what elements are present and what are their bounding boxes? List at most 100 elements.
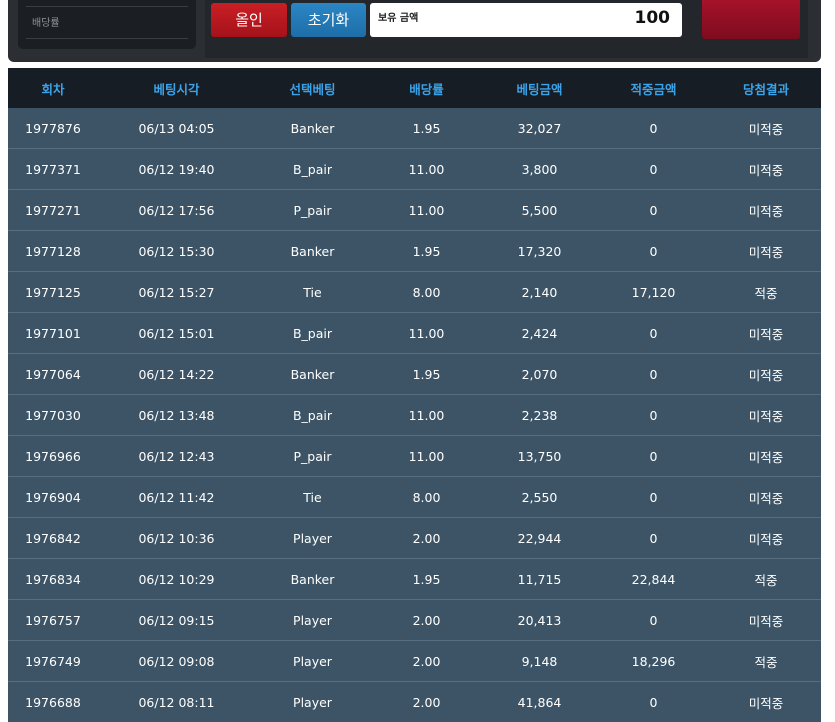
table-row: 197690406/12 11:42Tie8.002,5500미적중 [8, 477, 821, 518]
cell-odds: 8.00 [370, 477, 483, 518]
cell-odds: 11.00 [370, 149, 483, 190]
cell-round: 1977371 [8, 149, 98, 190]
header-bet-amount: 베팅금액 [483, 68, 596, 108]
cell-bet-amount: 32,027 [483, 108, 596, 149]
header-selection: 선택베팅 [255, 68, 370, 108]
allin-button[interactable]: 올인 [211, 3, 287, 37]
cell-round: 1977271 [8, 190, 98, 231]
cell-odds: 11.00 [370, 190, 483, 231]
table-row: 197675706/12 09:15Player2.0020,4130미적중 [8, 600, 821, 641]
table-row: 197703006/12 13:48B_pair11.002,2380미적중 [8, 395, 821, 436]
cell-bet-time: 06/12 10:29 [98, 559, 255, 600]
cell-win-amount: 0 [596, 149, 711, 190]
cell-win-amount: 22,844 [596, 559, 711, 600]
cell-selection: Banker [255, 231, 370, 272]
table-row: 197787606/13 04:05Banker1.9532,0270미적중 [8, 108, 821, 149]
cell-bet-amount: 20,413 [483, 600, 596, 641]
cell-result: 적중 [711, 559, 821, 600]
cell-selection: B_pair [255, 149, 370, 190]
cell-round: 1977876 [8, 108, 98, 149]
cell-selection: P_pair [255, 436, 370, 477]
cell-win-amount: 0 [596, 518, 711, 559]
cell-odds: 2.00 [370, 518, 483, 559]
cell-bet-amount: 11,715 [483, 559, 596, 600]
cell-win-amount: 0 [596, 682, 711, 722]
cell-odds: 11.00 [370, 313, 483, 354]
odds-divider-bottom [26, 38, 188, 39]
cell-selection: Tie [255, 477, 370, 518]
table-row: 197712806/12 15:30Banker1.9517,3200미적중 [8, 231, 821, 272]
cell-bet-time: 06/12 14:22 [98, 354, 255, 395]
cell-result: 미적중 [711, 395, 821, 436]
cell-selection: B_pair [255, 313, 370, 354]
cell-selection: Banker [255, 559, 370, 600]
cell-result: 미적중 [711, 354, 821, 395]
table-row: 197668806/12 08:11Player2.0041,8640미적중 [8, 682, 821, 722]
odds-divider-top [26, 6, 188, 7]
odds-label: 배당률 [32, 14, 60, 29]
bet-confirm-button[interactable] [702, 0, 800, 39]
cell-selection: Banker [255, 108, 370, 149]
cell-bet-time: 06/12 09:08 [98, 641, 255, 682]
table-row: 197737106/12 19:40B_pair11.003,8000미적중 [8, 149, 821, 190]
cell-win-amount: 0 [596, 436, 711, 477]
cell-bet-amount: 2,070 [483, 354, 596, 395]
cell-win-amount: 17,120 [596, 272, 711, 313]
cell-result: 적중 [711, 641, 821, 682]
cell-round: 1977125 [8, 272, 98, 313]
cell-bet-time: 06/12 15:30 [98, 231, 255, 272]
cell-bet-time: 06/12 12:43 [98, 436, 255, 477]
table-body: 197787606/13 04:05Banker1.9532,0270미적중19… [8, 108, 821, 722]
cell-result: 미적중 [711, 231, 821, 272]
odds-panel: 배당률 [18, 0, 196, 49]
table-row: 197710106/12 15:01B_pair11.002,4240미적중 [8, 313, 821, 354]
header-result: 당첨결과 [711, 68, 821, 108]
cell-odds: 2.00 [370, 600, 483, 641]
cell-bet-amount: 2,550 [483, 477, 596, 518]
cell-bet-amount: 17,320 [483, 231, 596, 272]
cell-odds: 11.00 [370, 436, 483, 477]
cell-result: 미적중 [711, 682, 821, 722]
cell-win-amount: 0 [596, 190, 711, 231]
cell-odds: 1.95 [370, 108, 483, 149]
table-row: 197684206/12 10:36Player2.0022,9440미적중 [8, 518, 821, 559]
bet-history-table: 회차 베팅시각 선택베팅 배당률 베팅금액 적중금액 당첨결과 19778760… [8, 68, 821, 722]
cell-bet-time: 06/12 11:42 [98, 477, 255, 518]
cell-odds: 2.00 [370, 641, 483, 682]
cell-result: 미적중 [711, 477, 821, 518]
cell-win-amount: 0 [596, 600, 711, 641]
cell-result: 적중 [711, 272, 821, 313]
table-row: 197706406/12 14:22Banker1.952,0700미적중 [8, 354, 821, 395]
cell-bet-time: 06/12 13:48 [98, 395, 255, 436]
cell-selection: P_pair [255, 190, 370, 231]
cell-result: 미적중 [711, 149, 821, 190]
cell-round: 1977128 [8, 231, 98, 272]
cell-odds: 2.00 [370, 682, 483, 722]
cell-odds: 1.95 [370, 559, 483, 600]
cell-win-amount: 0 [596, 313, 711, 354]
cell-round: 1977030 [8, 395, 98, 436]
cell-win-amount: 18,296 [596, 641, 711, 682]
cell-round: 1977064 [8, 354, 98, 395]
cell-win-amount: 0 [596, 395, 711, 436]
cell-result: 미적중 [711, 518, 821, 559]
header-win-amount: 적중금액 [596, 68, 711, 108]
balance-label: 보유 금액 [378, 9, 418, 24]
cell-bet-amount: 2,140 [483, 272, 596, 313]
cell-bet-amount: 5,500 [483, 190, 596, 231]
cell-result: 미적중 [711, 436, 821, 477]
cell-odds: 1.95 [370, 354, 483, 395]
cell-bet-time: 06/12 15:27 [98, 272, 255, 313]
header-round: 회차 [8, 68, 98, 108]
cell-result: 미적중 [711, 313, 821, 354]
cell-selection: Player [255, 600, 370, 641]
balance-display: 보유 금액 100 [370, 3, 682, 37]
cell-bet-time: 06/12 19:40 [98, 149, 255, 190]
cell-round: 1976966 [8, 436, 98, 477]
cell-odds: 8.00 [370, 272, 483, 313]
table-header-row: 회차 베팅시각 선택베팅 배당률 베팅금액 적중금액 당첨결과 [8, 68, 821, 108]
reset-button[interactable]: 초기화 [291, 3, 366, 37]
cell-round: 1976904 [8, 477, 98, 518]
table-row: 197727106/12 17:56P_pair11.005,5000미적중 [8, 190, 821, 231]
table-row: 197674906/12 09:08Player2.009,14818,296적… [8, 641, 821, 682]
